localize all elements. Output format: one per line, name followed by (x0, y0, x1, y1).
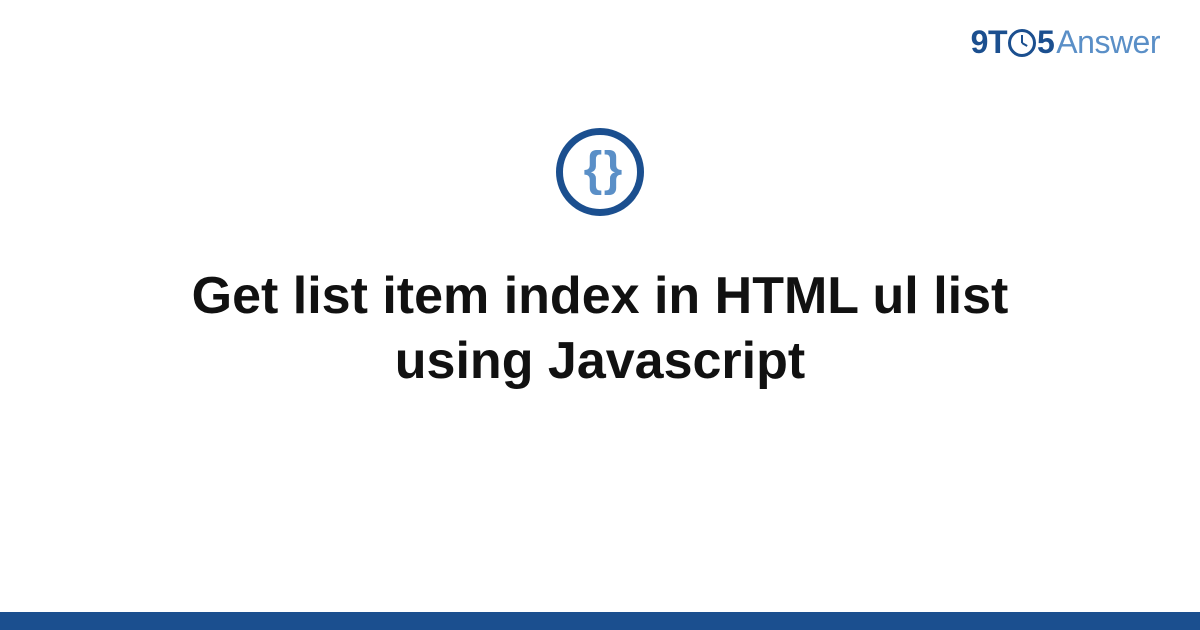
main-content: { } Get list item index in HTML ul list … (0, 128, 1200, 394)
footer-accent-bar (0, 612, 1200, 630)
logo-prefix: 9T (971, 24, 1007, 61)
code-braces-icon: { } (584, 146, 617, 194)
topic-icon-circle: { } (556, 128, 644, 216)
page-title: Get list item index in HTML ul list usin… (100, 264, 1100, 394)
logo-digit: 5 (1037, 24, 1054, 61)
site-logo: 9T 5 Answer (971, 24, 1160, 61)
clock-icon (1008, 29, 1036, 57)
header: 9T 5 Answer (971, 24, 1160, 61)
logo-suffix: Answer (1056, 24, 1160, 61)
